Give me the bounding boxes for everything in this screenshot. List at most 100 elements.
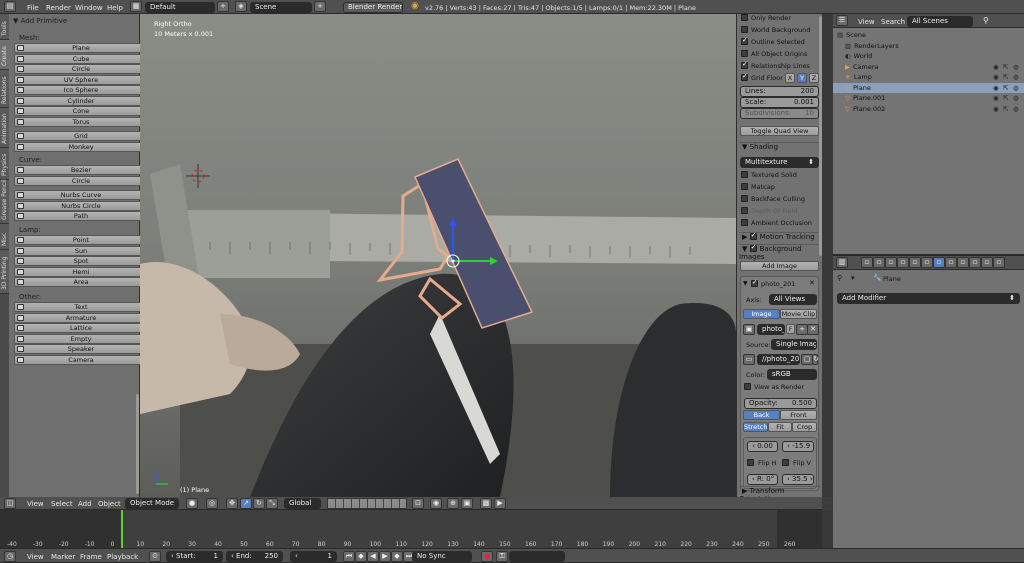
color-space-select[interactable]: sRGB [767, 369, 817, 380]
add-nurbs-curve-button[interactable]: Nurbs Curve [14, 190, 148, 200]
view3d-editor-icon[interactable]: ◫ [4, 498, 16, 509]
outliner-row[interactable]: ☀ Lamp ◉ ⇱ ◍ [833, 72, 1024, 82]
reload-icon[interactable]: ↻ [812, 354, 819, 365]
back-toggle[interactable]: Back [743, 410, 780, 420]
add-path-button[interactable]: Path [14, 211, 148, 221]
outliner-menu-view[interactable]: View [858, 18, 875, 26]
axis-x-toggle[interactable]: X [785, 73, 795, 83]
crop-toggle[interactable]: Crop [792, 422, 817, 432]
outliner-row[interactable]: ▤ Scene [833, 30, 1024, 40]
add-screen-icon[interactable]: + [217, 1, 229, 12]
image-datablock-field[interactable]: photo_ [757, 324, 785, 335]
offset-y-field[interactable]: ‹ -15.9 › [782, 441, 814, 452]
transform-orientations-header[interactable]: ▶ Transform Orientations [739, 486, 821, 503]
source-select[interactable]: Single Image [771, 339, 817, 350]
shading-sphere-icon[interactable]: ● [186, 498, 198, 509]
modifiers-tab-icon[interactable]: ▫ [933, 257, 945, 268]
play-reverse-icon[interactable]: ◀ [367, 551, 379, 562]
image-fake-user[interactable]: F [786, 324, 795, 334]
render-icon[interactable]: ◍ [1013, 72, 1019, 82]
shading-option-checkbox[interactable] [741, 183, 748, 190]
stretch-toggle[interactable]: Stretch [743, 422, 768, 432]
record-icon[interactable]: ● [481, 551, 493, 562]
render-icon[interactable]: ◍ [1013, 62, 1019, 72]
object-tab-icon[interactable]: ▫ [909, 257, 921, 268]
add-point-button[interactable]: Point [14, 235, 148, 245]
particles-tab-icon[interactable]: ▫ [981, 257, 993, 268]
toolshelf-scrollbar[interactable] [136, 394, 139, 494]
add-cylinder-button[interactable]: Cylinder [14, 95, 148, 106]
timeline-menu-marker[interactable]: Marker [51, 553, 75, 561]
rotation-field[interactable]: ‹ R: 0° [747, 474, 778, 485]
3d-viewport[interactable]: Right Ortho 10 Meters x 0.001 (1) Plane [140, 14, 736, 497]
background-images-header[interactable]: ▼ Background Images [739, 243, 821, 261]
remove-image-icon[interactable]: ✕ [809, 279, 815, 287]
outliner-row[interactable]: ▽ Plane.002 ◉ ⇱ ◍ [833, 104, 1024, 114]
grid-scale-field[interactable]: Scale: 0.001 [740, 97, 819, 108]
motion-tracking-checkbox[interactable] [749, 231, 757, 240]
add-sun-button[interactable]: Sun [14, 245, 148, 256]
eye-icon[interactable]: ◉ [993, 104, 999, 114]
add-lattice-button[interactable]: Lattice [14, 323, 148, 333]
grid-lines-field[interactable]: Lines: 200 [740, 86, 819, 97]
display-option-checkbox[interactable] [741, 26, 748, 33]
add-cone-button[interactable]: Cone [14, 106, 148, 116]
add-ico-sphere-button[interactable]: Ico Sphere [14, 85, 148, 95]
eye-icon[interactable]: ◉ [993, 93, 999, 103]
keying-set-icon[interactable]: ⚿ [496, 551, 508, 562]
outliner-row[interactable]: ▥ RenderLayers [833, 41, 1024, 51]
tab-grease-pencil[interactable]: Grease Pencil [0, 179, 9, 224]
display-option-checkbox[interactable] [741, 60, 748, 69]
render-icon[interactable]: ◍ [1013, 93, 1019, 103]
timeline-menu-frame[interactable]: Frame [80, 553, 102, 561]
cursor-icon[interactable]: ⇱ [1003, 93, 1008, 103]
timeline-editor-icon[interactable]: ◷ [4, 551, 16, 562]
tab-physics[interactable]: Physics [0, 148, 9, 180]
lock-layers-icon[interactable]: ⊡ [412, 498, 424, 509]
add-text-button[interactable]: Text [14, 302, 148, 312]
menu-file[interactable]: File [27, 4, 39, 12]
shading-option-checkbox[interactable] [741, 195, 748, 202]
end-frame-field[interactable]: ‹ End: 250 [226, 551, 283, 562]
tab-tools[interactable]: Tools [0, 14, 9, 40]
add-monkey-button[interactable]: Monkey [14, 141, 148, 152]
render-layers-tab-icon[interactable]: ▫ [873, 257, 885, 268]
front-toggle[interactable]: Front [780, 410, 817, 420]
properties-editor-icon[interactable]: ▥ [836, 257, 848, 268]
render-icon[interactable]: ◍ [1013, 83, 1019, 93]
add-armature-button[interactable]: Armature [14, 312, 148, 323]
timeline-menu-view[interactable]: View [27, 553, 44, 561]
material-tab-icon[interactable]: ▫ [957, 257, 969, 268]
jump-start-icon[interactable]: ⏮ [343, 551, 355, 562]
flip-x-checkbox[interactable] [747, 459, 754, 466]
outliner-row[interactable]: ▶ Camera ◉ ⇱ ◍ [833, 62, 1024, 72]
add-torus-button[interactable]: Torus [14, 116, 148, 127]
tab-3d-printing[interactable]: 3D Printing [0, 250, 9, 294]
cursor-icon[interactable]: ⇱ [1003, 72, 1008, 82]
add-uv-sphere-button[interactable]: UV Sphere [14, 74, 148, 85]
add-modifier-select[interactable]: Add Modifier ⬍ [837, 293, 1020, 304]
manipulator-icon[interactable]: ✥ [226, 498, 238, 509]
tab-relations[interactable]: Relations [0, 70, 9, 108]
add-cube-button[interactable]: Cube [14, 53, 148, 64]
add-bezier-button[interactable]: Bezier [14, 165, 148, 175]
motion-tracking-header[interactable]: ▶ Motion Tracking [739, 231, 821, 243]
file-browse-icon[interactable]: ▭ [743, 354, 755, 365]
size-field[interactable]: ‹ 35.5 › [782, 474, 814, 485]
scene-field[interactable]: Scene [250, 2, 312, 13]
current-frame-line[interactable] [121, 510, 123, 548]
pin-icon[interactable]: ⚲ [837, 274, 842, 282]
add-plane-button[interactable]: Plane [14, 43, 148, 53]
add-grid-button[interactable]: Grid [14, 131, 148, 141]
scale-icon[interactable]: ⤡ [266, 498, 278, 509]
outliner-menu-search[interactable]: Search [881, 18, 905, 26]
display-option-checkbox[interactable] [741, 14, 748, 21]
render-icon[interactable]: ◍ [1013, 104, 1019, 114]
add-nurbs-circle-button[interactable]: Nurbs Circle [14, 200, 148, 211]
world-tab-icon[interactable]: ▫ [897, 257, 909, 268]
outliner-filter-select[interactable]: All Scenes [907, 16, 973, 27]
physics-tab-icon[interactable]: ▫ [993, 257, 1005, 268]
shading-option-checkbox[interactable] [741, 219, 748, 226]
add-spot-button[interactable]: Spot [14, 256, 148, 266]
filepath-field[interactable]: //photo_20... [757, 354, 800, 365]
